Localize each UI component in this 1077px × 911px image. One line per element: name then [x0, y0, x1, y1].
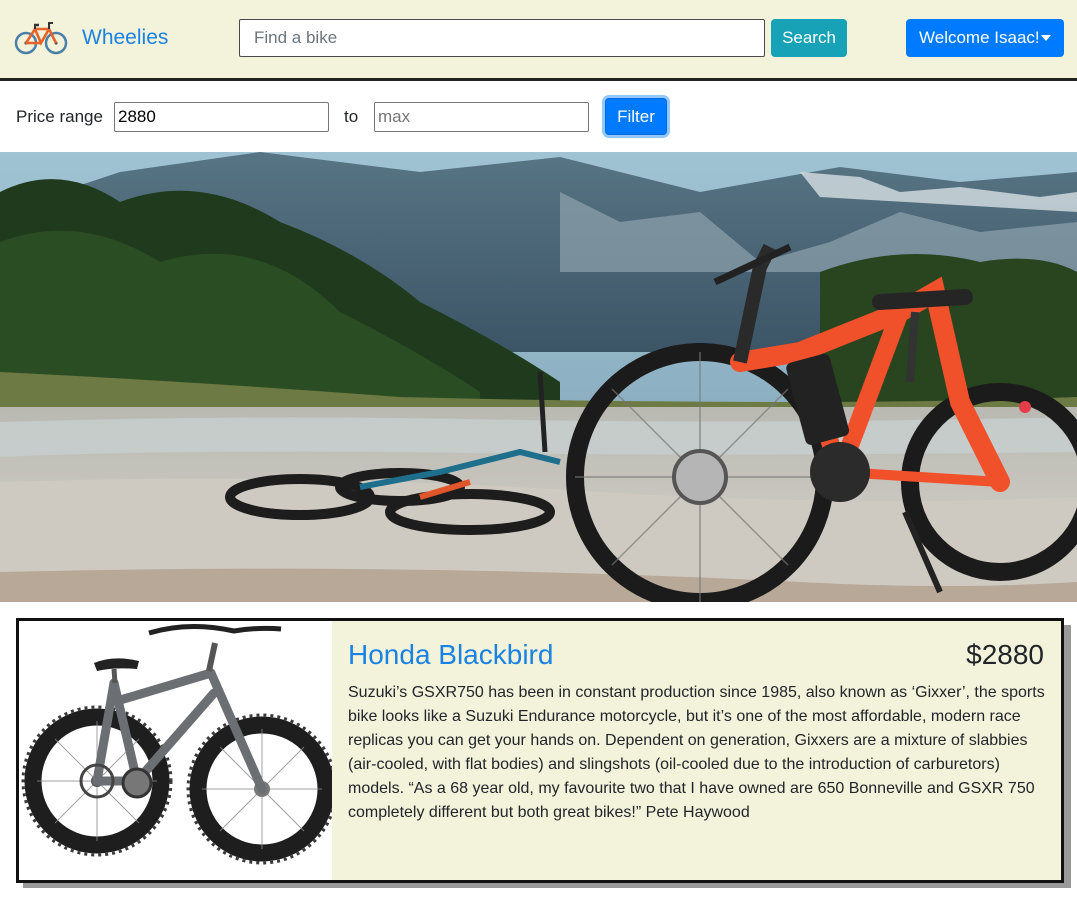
product-image[interactable] — [19, 621, 332, 880]
navbar: Wheelies Search Welcome Isaac! — [0, 0, 1077, 81]
filter-button[interactable]: Filter — [605, 98, 667, 135]
product-description: Suzuki’s GSXR750 has been in constant pr… — [348, 684, 1045, 821]
search-input[interactable] — [239, 19, 765, 57]
user-menu-button[interactable]: Welcome Isaac! — [906, 19, 1064, 57]
bicycle-icon[interactable] — [14, 20, 68, 56]
hero-image — [0, 152, 1077, 602]
price-min-input[interactable] — [114, 102, 329, 132]
product-price: $2880 — [966, 639, 1044, 670]
brand-name[interactable]: Wheelies — [82, 26, 168, 50]
price-max-input[interactable] — [374, 102, 589, 132]
search-button[interactable]: Search — [771, 19, 847, 57]
price-to-label: to — [344, 107, 359, 126]
caret-down-icon — [1041, 35, 1051, 41]
user-menu-label: Welcome Isaac! — [919, 28, 1040, 47]
product-title[interactable]: Honda Blackbird — [348, 639, 553, 671]
price-range-label: Price range — [16, 107, 103, 126]
product-card[interactable]: Honda Blackbird $2880 Suzuki’s GSXR750 h… — [16, 618, 1064, 883]
